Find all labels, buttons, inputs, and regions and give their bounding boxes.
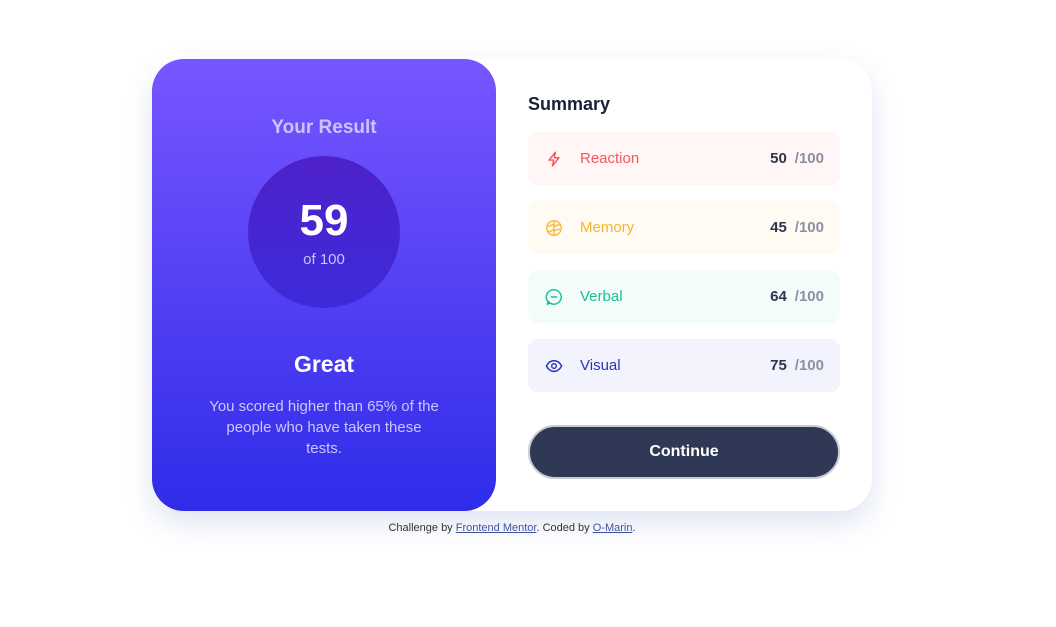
summary-row-score: 50: [770, 150, 787, 167]
attribution-middle: . Coded by: [536, 522, 590, 534]
brain-icon: [544, 218, 564, 238]
summary-row-max: /100: [794, 219, 824, 236]
lightning-icon: [544, 149, 564, 169]
continue-button[interactable]: Continue: [528, 425, 840, 479]
summary-row-label: Reaction: [580, 150, 640, 167]
frontend-mentor-link[interactable]: Frontend Mentor: [456, 522, 537, 534]
summary-row-label: Memory: [580, 219, 635, 236]
score-value: 59: [299, 195, 349, 245]
score-circle: 59 of 100: [248, 156, 400, 308]
summary-row-visual: Visual 75 /100: [528, 339, 840, 392]
results-card: Your Result 59 of 100 Great You scored h…: [152, 59, 872, 511]
summary-row-max: /100: [794, 357, 824, 374]
summary-row-score: 75: [770, 357, 787, 374]
attribution-footer: Challenge by Frontend Mentor. Coded by O…: [0, 522, 1024, 534]
chat-icon: [544, 287, 564, 307]
summary-list: Reaction 50 /100 Memory 45 /100 Verbal 6…: [528, 132, 840, 392]
summary-row-label: Verbal: [580, 288, 623, 305]
summary-row-max: /100: [794, 150, 824, 167]
summary-row-score: 45: [770, 219, 787, 236]
summary-row-verbal: Verbal 64 /100: [528, 270, 840, 323]
author-link[interactable]: O-Marin: [593, 522, 633, 534]
summary-title: Summary: [528, 94, 611, 114]
attribution-suffix: .: [632, 522, 636, 534]
summary-row-label: Visual: [580, 357, 621, 374]
verdict-description: You scored higher than 65% of the people…: [209, 398, 439, 457]
attribution-prefix: Challenge by: [388, 522, 453, 534]
summary-panel: Summary Reaction 50 /100 Memory 45 /100 …: [496, 59, 872, 511]
summary-row-max: /100: [794, 288, 824, 305]
summary-row-score: 64: [770, 288, 787, 305]
verdict-heading: Great: [293, 351, 355, 377]
eye-icon: [544, 356, 564, 376]
summary-row-reaction: Reaction 50 /100: [528, 132, 840, 185]
summary-row-memory: Memory 45 /100: [528, 201, 840, 254]
result-panel: Your Result 59 of 100 Great You scored h…: [152, 59, 496, 511]
result-title: Your Result: [271, 117, 377, 138]
score-of-label: of 100: [303, 250, 345, 268]
